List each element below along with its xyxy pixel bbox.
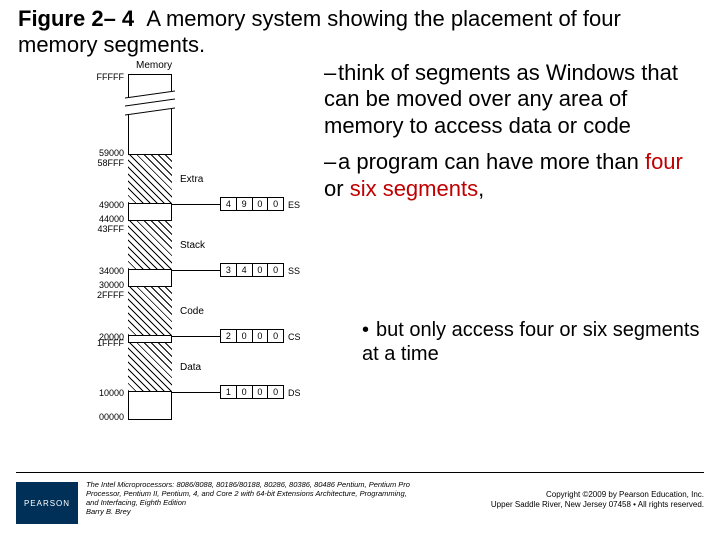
segment-name-data: Data — [180, 362, 201, 373]
segment-name-stack: Stack — [180, 240, 205, 251]
lead-line — [172, 270, 220, 271]
slide: Figure 2– 4 A memory system showing the … — [0, 0, 720, 540]
bullet-list: –think of segments as Windows that can b… — [324, 60, 702, 212]
reg-digit: 0 — [268, 198, 283, 210]
reg-digit: 0 — [237, 330, 253, 342]
book-title: The Intel Microprocessors: 8086/8088, 80… — [86, 480, 416, 516]
addr-extra-top: 59000 — [68, 148, 124, 158]
addr-data-top: 1FFFF — [68, 338, 124, 348]
lead-line — [172, 204, 220, 205]
copyright-line2: Upper Saddle River, New Jersey 07458 • A… — [491, 500, 704, 509]
addr-extra-top2: 58FFF — [68, 158, 124, 168]
reg-digit: 1 — [221, 386, 237, 398]
bullet-2-text-a: a program can have more than — [338, 149, 645, 174]
bullet-2-or: or — [324, 176, 350, 201]
addr-bottom: 00000 — [68, 412, 124, 422]
reg-digit: 3 — [221, 264, 237, 276]
register-ss: 3 4 0 0 — [220, 263, 284, 277]
addr-code-top: 30000 — [68, 280, 124, 290]
reg-digit: 0 — [268, 330, 283, 342]
register-label-ds: DS — [288, 388, 301, 398]
bullet-2-six: six segments — [350, 176, 478, 201]
addr-top: FFFFF — [68, 72, 124, 82]
memory-label: Memory — [136, 60, 172, 71]
segment-name-extra: Extra — [180, 174, 203, 185]
segment-stack — [128, 220, 172, 270]
addr-code-top2: 2FFFF — [68, 290, 124, 300]
dash-icon: – — [324, 149, 338, 175]
reg-digit: 0 — [253, 386, 269, 398]
reg-digit: 0 — [268, 264, 283, 276]
addr-stack-top2: 43FFF — [68, 224, 124, 234]
bullet-2-comma: , — [478, 176, 484, 201]
register-cs: 2 0 0 0 — [220, 329, 284, 343]
reg-digit: 0 — [237, 386, 253, 398]
addr-extra-bottom: 49000 — [68, 200, 124, 210]
figure-title: Figure 2– 4 A memory system showing the … — [18, 6, 702, 59]
memory-break-icon — [125, 94, 175, 110]
copyright-line1: Copyright ©2009 by Pearson Education, In… — [546, 490, 704, 499]
sub-bullet: •but only access four or six segments at… — [362, 318, 702, 366]
footer-rule — [16, 472, 704, 473]
bullet-2: –a program can have more than four or si… — [324, 149, 702, 202]
segment-extra — [128, 154, 172, 204]
reg-digit: 4 — [237, 264, 253, 276]
register-es: 4 9 0 0 — [220, 197, 284, 211]
copyright: Copyright ©2009 by Pearson Education, In… — [434, 490, 704, 509]
reg-digit: 2 — [221, 330, 237, 342]
segment-name-code: Code — [180, 306, 204, 317]
lead-line — [172, 392, 220, 393]
register-label-ss: SS — [288, 266, 300, 276]
addr-stack-top: 44000 — [68, 214, 124, 224]
reg-digit: 0 — [253, 330, 269, 342]
register-label-cs: CS — [288, 332, 301, 342]
dash-icon: – — [324, 60, 338, 86]
figure-number: Figure 2– 4 — [18, 6, 134, 31]
reg-digit: 0 — [253, 198, 269, 210]
register-ds: 1 0 0 0 — [220, 385, 284, 399]
book-title-text: The Intel Microprocessors: 8086/8088, 80… — [86, 480, 410, 507]
lead-line — [172, 336, 220, 337]
reg-digit: 0 — [253, 264, 269, 276]
footer: PEARSON The Intel Microprocessors: 8086/… — [0, 472, 720, 540]
segment-code — [128, 286, 172, 336]
reg-digit: 4 — [221, 198, 237, 210]
pearson-logo: PEARSON — [16, 482, 78, 524]
register-label-es: ES — [288, 200, 300, 210]
book-author: Barry B. Brey — [86, 507, 131, 516]
reg-digit: 0 — [268, 386, 283, 398]
bullet-1-text: think of segments as Windows that can be… — [324, 60, 678, 138]
addr-data-bottom: 10000 — [68, 388, 124, 398]
bullet-2-four: four — [645, 149, 683, 174]
bullet-dot-icon: • — [362, 318, 376, 342]
sub-bullet-text: but only access four or six segments at … — [362, 319, 699, 365]
bullet-1: –think of segments as Windows that can b… — [324, 60, 702, 139]
reg-digit: 9 — [237, 198, 253, 210]
memory-diagram: Memory FFFFF 59000 58FFF 49000 Extra 4 9… — [30, 60, 320, 440]
segment-data — [128, 342, 172, 392]
addr-stack-bottom: 34000 — [68, 266, 124, 276]
